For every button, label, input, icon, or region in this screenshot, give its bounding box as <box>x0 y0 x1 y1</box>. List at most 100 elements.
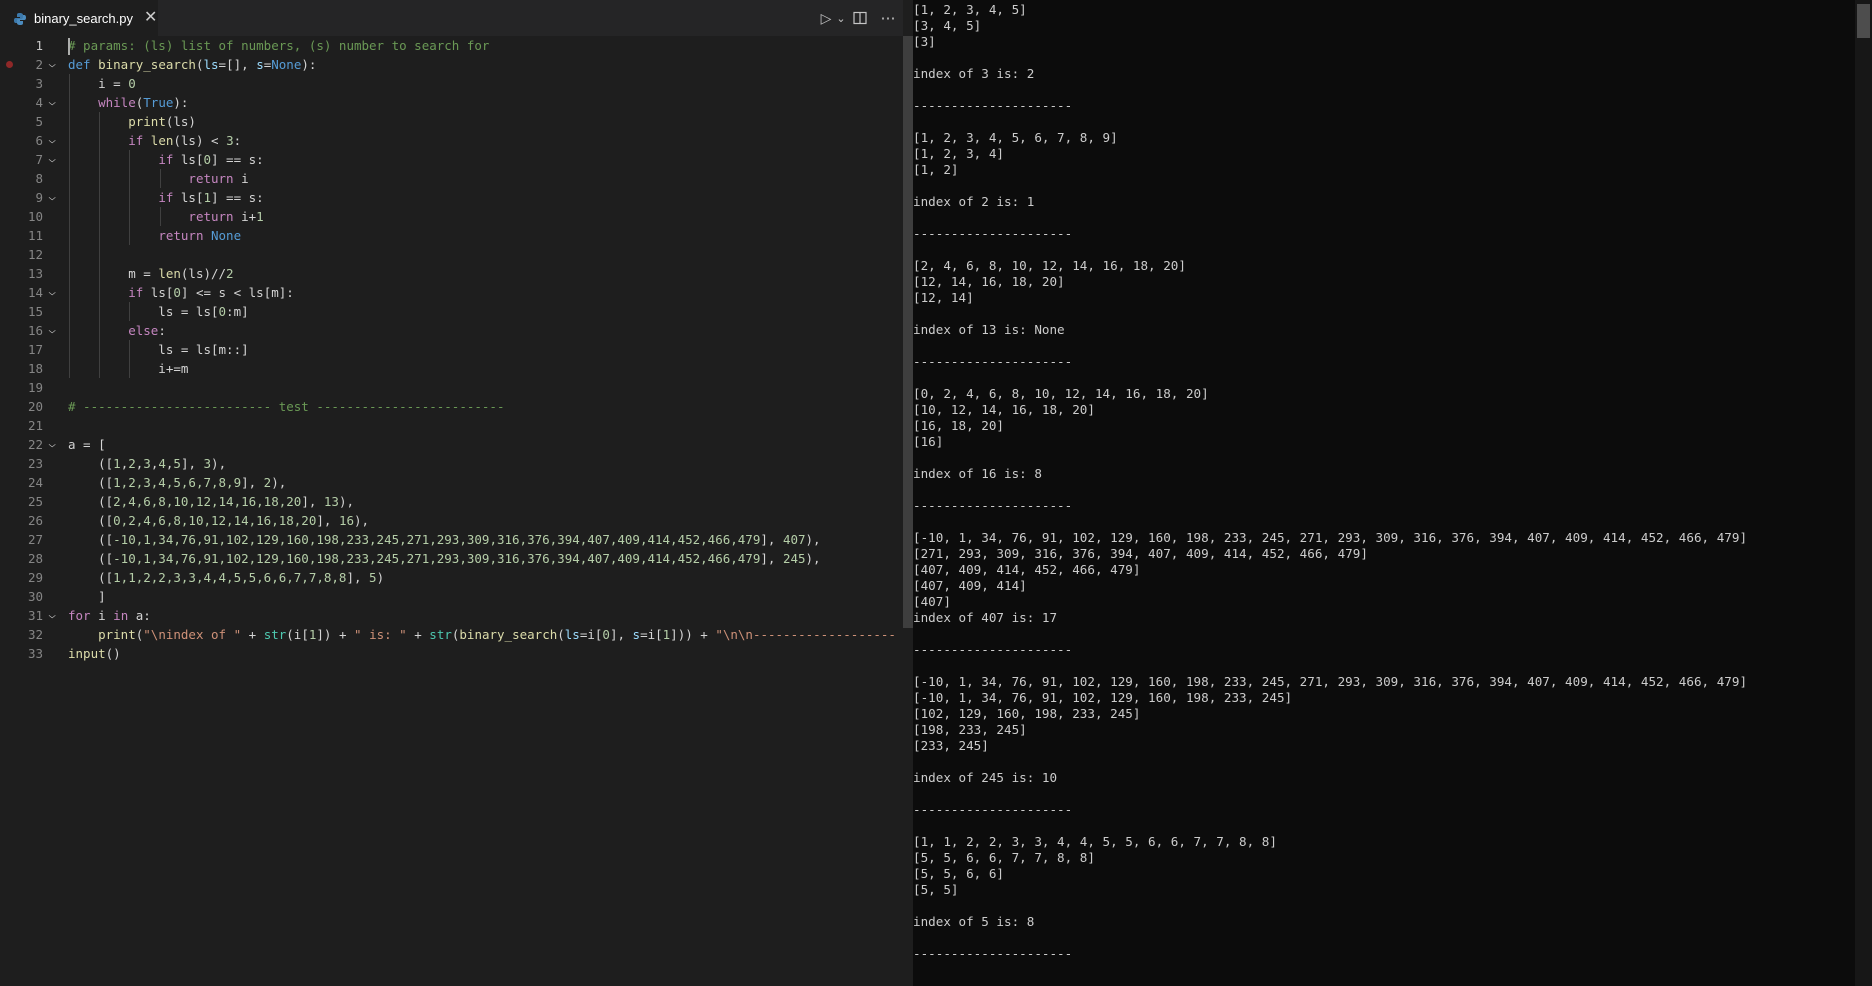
run-icon[interactable]: ▷ <box>817 0 835 36</box>
code-line[interactable]: 4 ⌵ while(True): <box>0 93 903 112</box>
code-token: 0 <box>173 285 181 300</box>
fold-chevron-icon[interactable]: ⌵ <box>48 188 64 207</box>
console-line: [3] <box>913 34 936 49</box>
code-line[interactable]: 20 # ------------------------- test -----… <box>0 397 903 416</box>
code-token: i <box>241 171 249 186</box>
code-line[interactable]: 1 # params: (ls) list of numbers, (s) num… <box>0 36 903 55</box>
code-token: ([ <box>68 513 114 528</box>
code-line[interactable]: 11 return None <box>0 226 903 245</box>
editor-scrollbar[interactable] <box>903 36 913 628</box>
code-line[interactable]: 28 ([-10,1,34,76,91,102,129,160,198,233,… <box>0 549 903 568</box>
code-token: ): <box>301 57 317 72</box>
code-token: ): <box>173 95 189 110</box>
code-line[interactable]: 2 ⌵ def binary_search(ls=[], s=None): <box>0 55 903 74</box>
console-line: [1, 2, 3, 4, 5] <box>913 2 1027 17</box>
console-scrollbar[interactable] <box>1855 0 1872 986</box>
code-token: ls = ls[m::] <box>68 342 249 357</box>
line-number: 16 <box>27 323 43 338</box>
console-scrollbar-thumb[interactable] <box>1857 4 1870 38</box>
line-number: 30 <box>27 589 43 604</box>
code-line[interactable]: 8 return i <box>0 169 903 188</box>
console-line: [-10, 1, 34, 76, 91, 102, 129, 160, 198,… <box>913 674 1748 689</box>
fold-chevron-icon[interactable]: ⌵ <box>48 131 64 150</box>
line-number: 31 <box>27 608 43 623</box>
line-number: 4 <box>35 95 43 110</box>
code-text: def binary_search(ls=[], s=None): <box>68 55 316 74</box>
close-tab-icon[interactable]: ✕ <box>144 10 157 26</box>
code-line[interactable]: 14 ⌵ if ls[0] <= s < ls[m]: <box>0 283 903 302</box>
code-line[interactable]: 13 m = len(ls)//2 <box>0 264 903 283</box>
code-token: ], <box>316 513 339 528</box>
code-line[interactable]: 31 ⌵ for i in a: <box>0 606 903 625</box>
code-token: while <box>98 95 136 110</box>
more-actions-icon[interactable]: ⋯ <box>873 0 903 36</box>
code-token: ), <box>271 475 287 490</box>
fold-chevron-icon[interactable]: ⌵ <box>48 606 64 625</box>
code-line[interactable]: 12 <box>0 245 903 264</box>
code-area[interactable]: 1 # params: (ls) list of numbers, (s) num… <box>0 36 903 663</box>
fold-chevron-icon[interactable]: ⌵ <box>48 435 64 454</box>
fold-chevron-icon[interactable]: ⌵ <box>48 283 64 302</box>
console-line: index of 3 is: 2 <box>913 66 1035 81</box>
code-line[interactable]: 26 ([0,2,4,6,8,10,12,14,16,18,20], 16), <box>0 511 903 530</box>
split-editor-icon[interactable] <box>847 0 873 36</box>
code-token: ls[ <box>180 190 204 205</box>
code-token: return <box>188 171 242 186</box>
code-token: ] <= s < ls[m]: <box>180 285 294 300</box>
code-line[interactable]: 21 <box>0 416 903 435</box>
code-line[interactable]: 33 input() <box>0 644 903 663</box>
console-line: [233, 245] <box>913 738 989 753</box>
code-text: input() <box>68 644 121 663</box>
fold-chevron-icon[interactable]: ⌵ <box>48 93 64 112</box>
code-token: if <box>128 285 151 300</box>
code-line[interactable]: 16 ⌵ else: <box>0 321 903 340</box>
code-line[interactable]: 7 ⌵ if ls[0] == s: <box>0 150 903 169</box>
code-line[interactable]: 15 ls = ls[0:m] <box>0 302 903 321</box>
line-number: 5 <box>35 114 43 129</box>
code-token: binary_search <box>459 627 558 642</box>
code-line[interactable]: 9 ⌵ if ls[1] == s: <box>0 188 903 207</box>
code-token: m = <box>68 266 159 281</box>
code-line[interactable]: 19 <box>0 378 903 397</box>
code-line[interactable]: 17 ls = ls[m::] <box>0 340 903 359</box>
line-number: 7 <box>35 152 43 167</box>
code-line[interactable]: 10 return i+1 <box>0 207 903 226</box>
run-dropdown-chevron-icon[interactable]: ⌄ <box>835 0 847 36</box>
console-line: [407] <box>913 594 951 609</box>
code-editor[interactable]: binary_search.py ✕ ▷ ⌄ ⋯ 1 # params: (ls)… <box>0 0 903 986</box>
code-text: return i <box>68 169 249 188</box>
code-line[interactable]: 29 ([1,1,2,2,3,3,4,4,5,5,6,6,7,7,8,8], 5… <box>0 568 903 587</box>
code-line[interactable]: 25 ([2,4,6,8,10,12,14,16,18,20], 13), <box>0 492 903 511</box>
console-line: index of 2 is: 1 <box>913 194 1035 209</box>
code-token: 4 <box>158 456 166 471</box>
code-line[interactable]: 23 ([1,2,3,4,5], 3), <box>0 454 903 473</box>
line-number: 26 <box>27 513 43 528</box>
fold-chevron-icon[interactable]: ⌵ <box>48 150 64 169</box>
code-line[interactable]: 30 ] <box>0 587 903 606</box>
code-line[interactable]: 22 ⌵ a = [ <box>0 435 903 454</box>
code-line[interactable]: 24 ([1,2,3,4,5,6,7,8,9], 2), <box>0 473 903 492</box>
line-number: 6 <box>35 133 43 148</box>
code-token: ], <box>760 551 783 566</box>
code-line[interactable]: 32 print("\nindex of " + str(i[1]) + " i… <box>0 625 903 644</box>
line-number: 14 <box>27 285 43 300</box>
code-line[interactable]: 27 ([-10,1,34,76,91,102,129,160,198,233,… <box>0 530 903 549</box>
code-line[interactable]: 18 i+=m <box>0 359 903 378</box>
code-token: (i[ <box>286 627 309 642</box>
tab-binary-search-py[interactable]: binary_search.py ✕ <box>0 0 158 36</box>
line-number: 11 <box>27 228 43 243</box>
fold-chevron-icon[interactable]: ⌵ <box>48 321 64 340</box>
code-token: ls[ <box>150 285 174 300</box>
code-line[interactable]: 3 i = 0 <box>0 74 903 93</box>
code-line[interactable]: 5 print(ls) <box>0 112 903 131</box>
fold-chevron-icon[interactable]: ⌵ <box>48 55 64 74</box>
line-number: 13 <box>27 266 43 281</box>
line-number: 27 <box>27 532 43 547</box>
code-token: ls = ls[ <box>68 304 219 319</box>
code-text: ] <box>68 587 106 606</box>
code-line[interactable]: 6 ⌵ if len(ls) < 3: <box>0 131 903 150</box>
